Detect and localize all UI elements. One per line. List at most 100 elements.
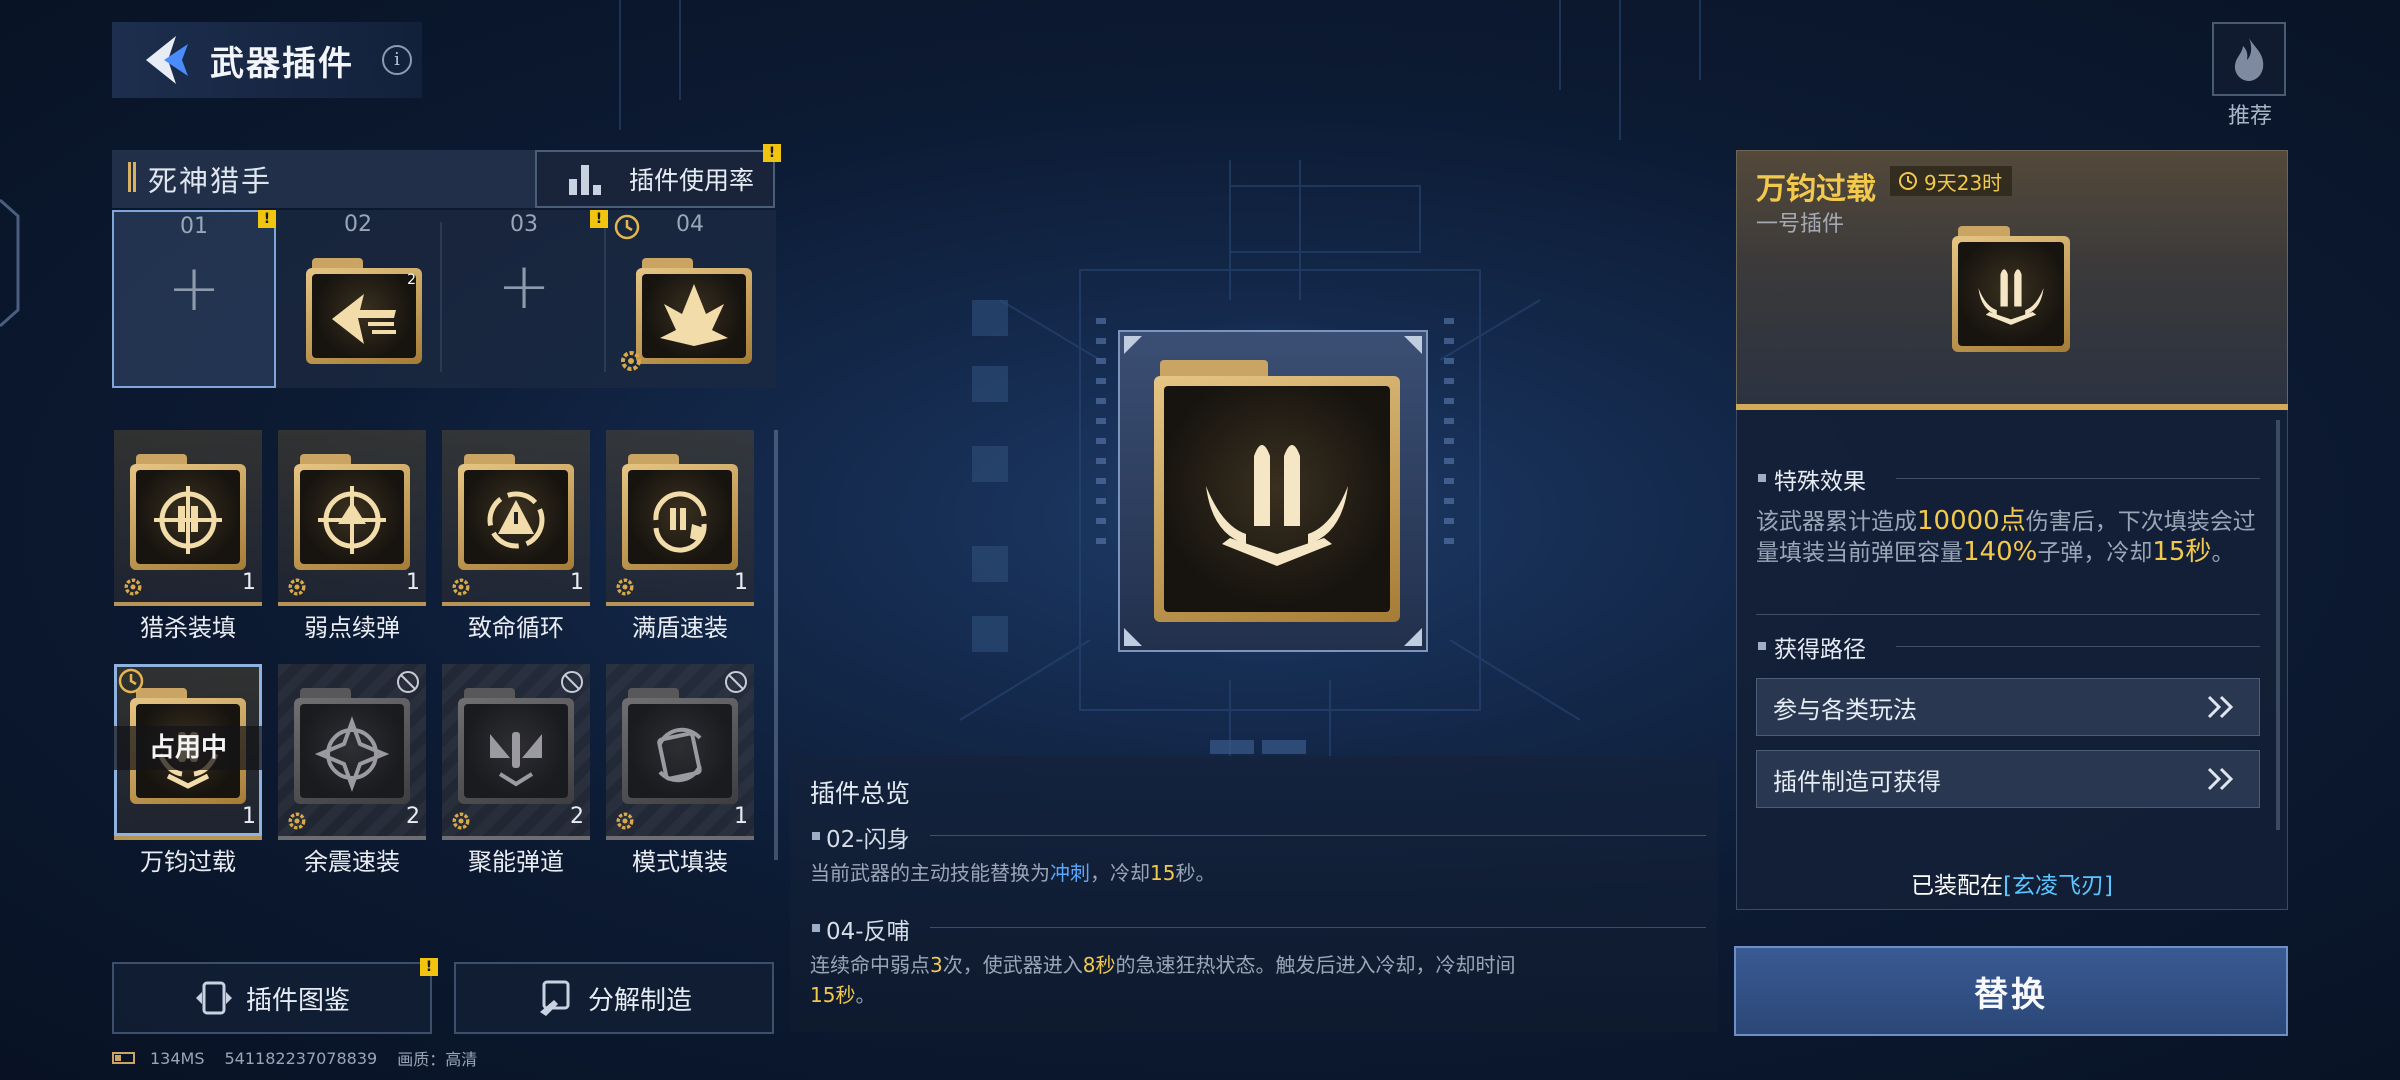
clock-icon (614, 214, 640, 240)
plugin-folder-icon: 2 (306, 258, 422, 364)
equipped-weapon-link[interactable]: [玄凌飞刃] (2003, 873, 2113, 899)
source-craft-button[interactable]: 插件制造可获得 (1756, 750, 2260, 808)
overview-item-04-desc: 连续命中弱点3次，使武器进入8秒的急速狂热状态。触发后进入冷却，冷却时间 15秒。 (810, 950, 1530, 1010)
disabled-icon (561, 671, 583, 693)
plugin-preview-frame (1118, 330, 1428, 652)
card-underline (606, 836, 754, 840)
detail-title: 万钧过载 (1756, 172, 1876, 207)
divider (1756, 614, 2260, 615)
catalog-label: 插件图鉴 (245, 985, 350, 1016)
plugin-count: 1 (570, 570, 584, 595)
plugin-card[interactable]: 余震速装 2 (278, 664, 426, 876)
plugin-folder-icon (294, 688, 410, 804)
craft-icon (539, 980, 570, 1016)
source-gameplay-button[interactable]: 参与各类玩法 (1756, 678, 2260, 736)
desc-highlight: 冲刺 (1050, 861, 1090, 885)
plugin-folder-large-icon (1154, 360, 1400, 622)
gear-icon (621, 351, 641, 371)
plugin-card[interactable]: 弱点续弹 1 (278, 430, 426, 642)
desc-highlight: 15秒 (810, 983, 856, 1007)
slot-number: 03 (510, 212, 538, 237)
desc-text: 连续命中弱点 (810, 953, 930, 977)
plugin-folder-icon (1952, 226, 2070, 352)
desc-highlight: 8秒 (1082, 953, 1116, 977)
bullet-mark (812, 924, 820, 932)
slot-02[interactable]: 02 2 (276, 210, 440, 388)
bar-chart-icon (569, 165, 601, 195)
plugin-folder-icon (294, 454, 410, 570)
plugin-folder-icon (458, 454, 574, 570)
plugin-folder-icon (622, 454, 738, 570)
back-arrow-icon[interactable] (136, 30, 196, 90)
slot-01-badge: ! (258, 210, 276, 228)
plugin-name: 聚能弹道 (468, 848, 564, 876)
catalog-button[interactable]: 插件图鉴 (112, 962, 432, 1034)
scrollbar[interactable] (774, 430, 778, 860)
plugin-count: 2 (570, 804, 584, 829)
plugin-card[interactable]: 猎杀装填 1 (114, 430, 262, 642)
desc-text: 子弹，冷却 (2037, 540, 2153, 566)
book-icon (195, 981, 232, 1015)
disabled-icon (725, 671, 747, 693)
divider (1896, 478, 2260, 479)
plugin-card[interactable]: 满盾速装 1 (606, 430, 754, 642)
craft-label: 分解制造 (587, 985, 692, 1016)
recommend-button[interactable] (2212, 22, 2286, 96)
card-underline (278, 602, 426, 606)
plugin-name: 万钧过载 (140, 848, 236, 876)
plugin-folder-icon (636, 258, 752, 364)
effect-section-title: 特殊效果 (1774, 469, 1866, 495)
card-underline (114, 602, 262, 606)
plugin-card[interactable]: 致命循环 1 (442, 430, 590, 642)
source-label: 插件制造可获得 (1773, 767, 1941, 796)
usage-badge: ! (763, 144, 781, 162)
desc-highlight: 15 (1150, 861, 1176, 885)
weapon-accent-mark (128, 162, 136, 192)
plugin-folder-icon (622, 688, 738, 804)
slot-01[interactable]: 01 + (112, 210, 276, 388)
effect-description: 该武器累计造成10000点伤害后，下次填装会过量填装当前弹匣容量140%子弹，冷… (1756, 506, 2268, 568)
source-section-title: 获得路径 (1774, 637, 1866, 663)
desc-highlight: 15秒 (2152, 537, 2212, 567)
desc-text: 的急速狂热状态。触发后进入冷却，冷却时间 (1115, 953, 1516, 977)
plugin-card[interactable]: 聚能弹道 2 (442, 664, 590, 876)
desc-highlight: 10000点 (1917, 506, 2026, 536)
plugin-folder-icon (458, 688, 574, 804)
desc-text: 当前武器的主动技能替换为 (810, 861, 1050, 885)
craft-button[interactable]: 分解制造 (454, 962, 774, 1034)
double-chevron-right-icon (2207, 695, 2234, 719)
info-icon[interactable]: i (382, 45, 412, 75)
gear-icon (124, 578, 142, 596)
plugin-emblem-icon (657, 727, 702, 783)
weapon-name: 死神猎手 (148, 164, 273, 198)
plugin-count: 1 (406, 570, 420, 595)
recommend-label: 推荐 (2227, 104, 2272, 129)
battery-icon (112, 1052, 135, 1064)
plugin-card[interactable]: 模式填装 1 (606, 664, 754, 876)
usage-rate-button[interactable]: 插件使用率 (535, 150, 775, 208)
slot-04[interactable]: 04 (608, 210, 772, 388)
double-chevron-right-icon (2207, 767, 2234, 791)
plugin-count: 1 (734, 804, 748, 829)
header-bar: 武器插件 i (112, 22, 422, 98)
slot-level: 2 (407, 272, 416, 288)
timer-text: 9天23时 (1924, 170, 2003, 195)
plugin-emblem-icon (314, 716, 390, 792)
plugin-name: 猎杀装填 (140, 614, 236, 642)
page-title: 武器插件 (210, 43, 354, 84)
replace-button[interactable]: 替换 (1734, 946, 2288, 1036)
overview-item-04-head: 04-反哺 (826, 919, 910, 945)
plugin-emblem-icon (490, 732, 542, 787)
overview-title: 插件总览 (810, 779, 911, 808)
scrollbar[interactable] (2276, 420, 2280, 830)
slot-03[interactable]: 03 + (442, 210, 606, 388)
in-use-label: 占用中 (114, 726, 262, 770)
card-underline (278, 836, 426, 840)
status-bar: 134MS 541182237078839 画质：高清 (112, 1046, 497, 1070)
bullets-icon (1978, 269, 2044, 325)
desc-highlight: 3 (930, 953, 943, 977)
plugin-card[interactable]: 万钧过载 1 占用中 (114, 664, 262, 876)
spike-icon (660, 284, 728, 346)
gear-icon (452, 812, 470, 830)
desc-highlight: 140% (1963, 537, 2038, 567)
